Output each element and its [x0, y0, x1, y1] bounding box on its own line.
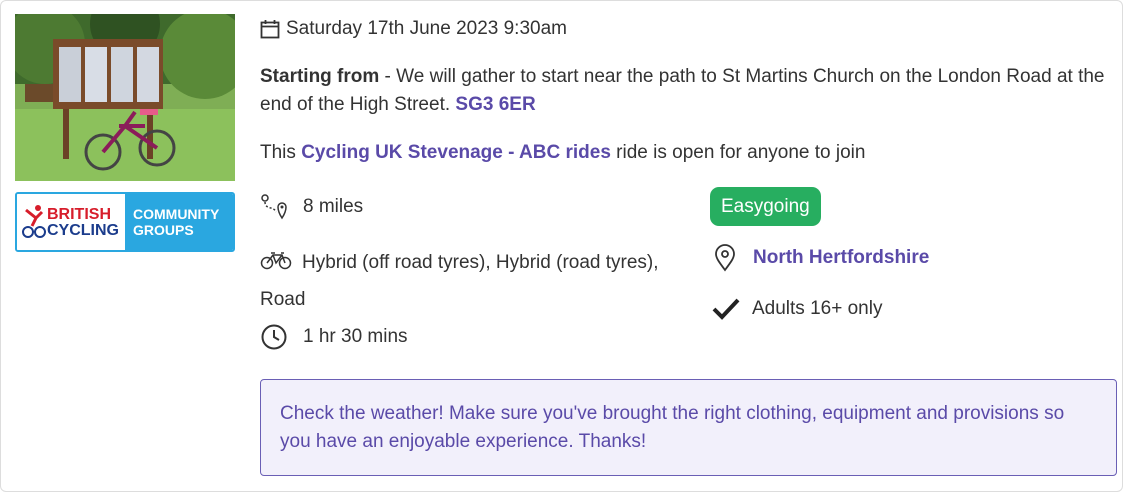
bicycle-icon [260, 252, 292, 270]
age-row: Adults 16+ only [711, 293, 882, 325]
bike-type-row: Hybrid (off road tyres), Hybrid (road ty… [260, 244, 690, 318]
route-icon [261, 194, 287, 220]
distance-row: 8 miles [260, 191, 363, 223]
region-link[interactable]: North Hertfordshire [753, 247, 929, 269]
logo-groups: GROUPS [133, 222, 194, 238]
weather-notice: Check the weather! Make sure you've brou… [260, 379, 1117, 476]
age-restriction: Adults 16+ only [752, 298, 883, 319]
map-pin-icon [715, 244, 735, 272]
logo-line-british: BRITISH [47, 206, 111, 223]
open-suffix: ride is open for anyone to join [610, 142, 866, 163]
open-to-text: This Cycling UK Stevenage - ABC rides ri… [260, 139, 865, 167]
starting-from-text: Starting from - We will gather to start … [260, 63, 1120, 119]
clock-icon [261, 324, 287, 350]
event-date-row: Saturday 17th June 2023 9:30am [260, 16, 567, 42]
logo-line-cycling: CYCLING [47, 222, 119, 239]
british-cycling-logo: BRITISH CYCLING COMMUNITY GROUPS [15, 192, 235, 252]
calendar-icon [260, 20, 280, 39]
difficulty-badge: Easygoing [710, 187, 821, 226]
postcode-link[interactable]: SG3 6ER [455, 94, 535, 115]
event-date: Saturday 17th June 2023 9:30am [286, 18, 567, 39]
british-cycling-wordmark: BRITISH CYCLING [17, 194, 125, 250]
distance-value: 8 miles [303, 196, 364, 217]
duration-value: 1 hr 30 mins [303, 326, 408, 347]
logo-community: COMMUNITY [133, 206, 220, 222]
open-prefix: This [260, 142, 302, 163]
duration-row: 1 hr 30 mins [260, 321, 408, 353]
ride-card: BRITISH CYCLING COMMUNITY GROUPS Saturda… [0, 0, 1123, 492]
bike-types: Hybrid (off road tyres), Hybrid (road ty… [260, 252, 659, 310]
check-icon [712, 298, 740, 320]
ride-photo [15, 14, 235, 181]
group-link[interactable]: Cycling UK Stevenage - ABC rides [301, 142, 611, 163]
starting-from-description: - We will gather to start near the path … [260, 66, 1105, 115]
community-groups-label: COMMUNITY GROUPS [125, 194, 233, 250]
starting-from-label: Starting from [260, 66, 380, 87]
region-row: North Hertfordshire [713, 242, 929, 274]
